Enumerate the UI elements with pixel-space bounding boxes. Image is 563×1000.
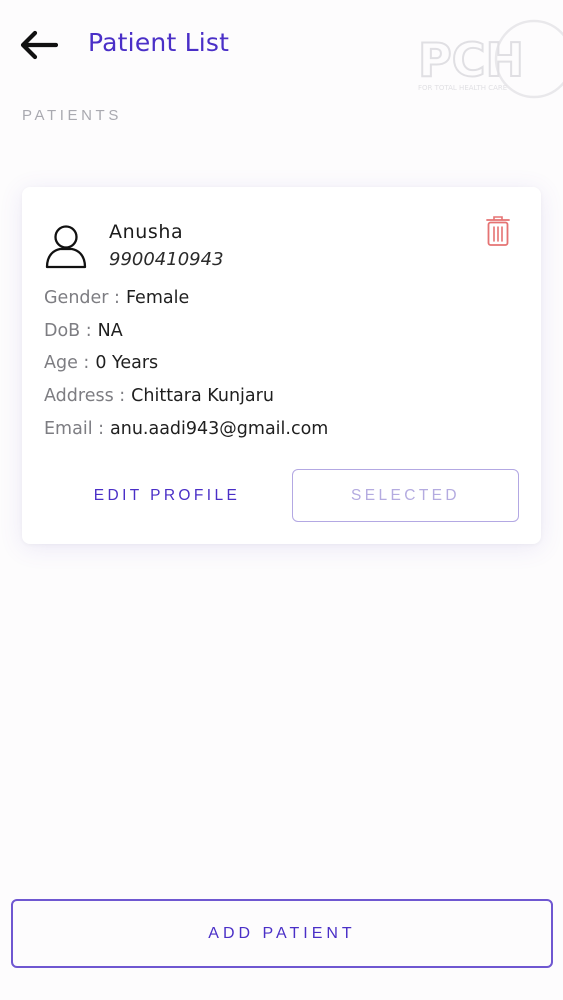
add-patient-button[interactable]: ADD PATIENT — [11, 899, 553, 968]
field-label: Email : — [44, 419, 105, 439]
field-value: 0 Years — [95, 353, 159, 373]
trash-icon — [486, 216, 510, 246]
field-value: NA — [97, 321, 123, 341]
field-age: Age :0 Years — [44, 353, 158, 373]
field-value: Female — [125, 288, 190, 308]
field-dob: DoB : NA — [44, 321, 123, 341]
delete-patient-button[interactable] — [481, 213, 515, 249]
field-value: anu.aadi943@gmail.com — [110, 419, 329, 439]
field-email: Email : anu.aadi943@gmail.com — [44, 419, 328, 439]
field-label: Gender : — [44, 288, 120, 308]
field-value: Chittara Kunjaru — [131, 386, 274, 406]
brand-logo: PCH FOR TOTAL HEALTH CARE — [416, 18, 563, 100]
selected-button[interactable]: SELECTED — [292, 469, 519, 522]
field-address: Address : Chittara Kunjaru — [44, 386, 274, 406]
user-avatar-icon — [45, 225, 87, 269]
svg-text:PCH: PCH — [418, 33, 524, 87]
patient-name: Anusha — [109, 221, 184, 243]
edit-profile-button[interactable]: EDIT PROFILE — [72, 470, 262, 522]
patient-phone: 9900410943 — [109, 249, 224, 270]
field-label: Address : — [44, 386, 126, 406]
section-label-patients: PATIENTS — [22, 107, 122, 124]
field-gender: Gender : Female — [44, 288, 189, 308]
app-header: Patient List PCH FOR TOTAL HEALTH CARE — [0, 0, 563, 99]
field-label: DoB : — [44, 321, 92, 341]
arrow-left-icon — [20, 30, 58, 60]
svg-text:FOR TOTAL HEALTH CARE: FOR TOTAL HEALTH CARE — [418, 84, 507, 92]
page-title: Patient List — [88, 28, 230, 57]
back-button[interactable] — [18, 26, 60, 64]
patient-card: Anusha 9900410943 Gender : Female DoB : NA… — [22, 187, 541, 544]
field-label: Age : — [44, 353, 90, 373]
